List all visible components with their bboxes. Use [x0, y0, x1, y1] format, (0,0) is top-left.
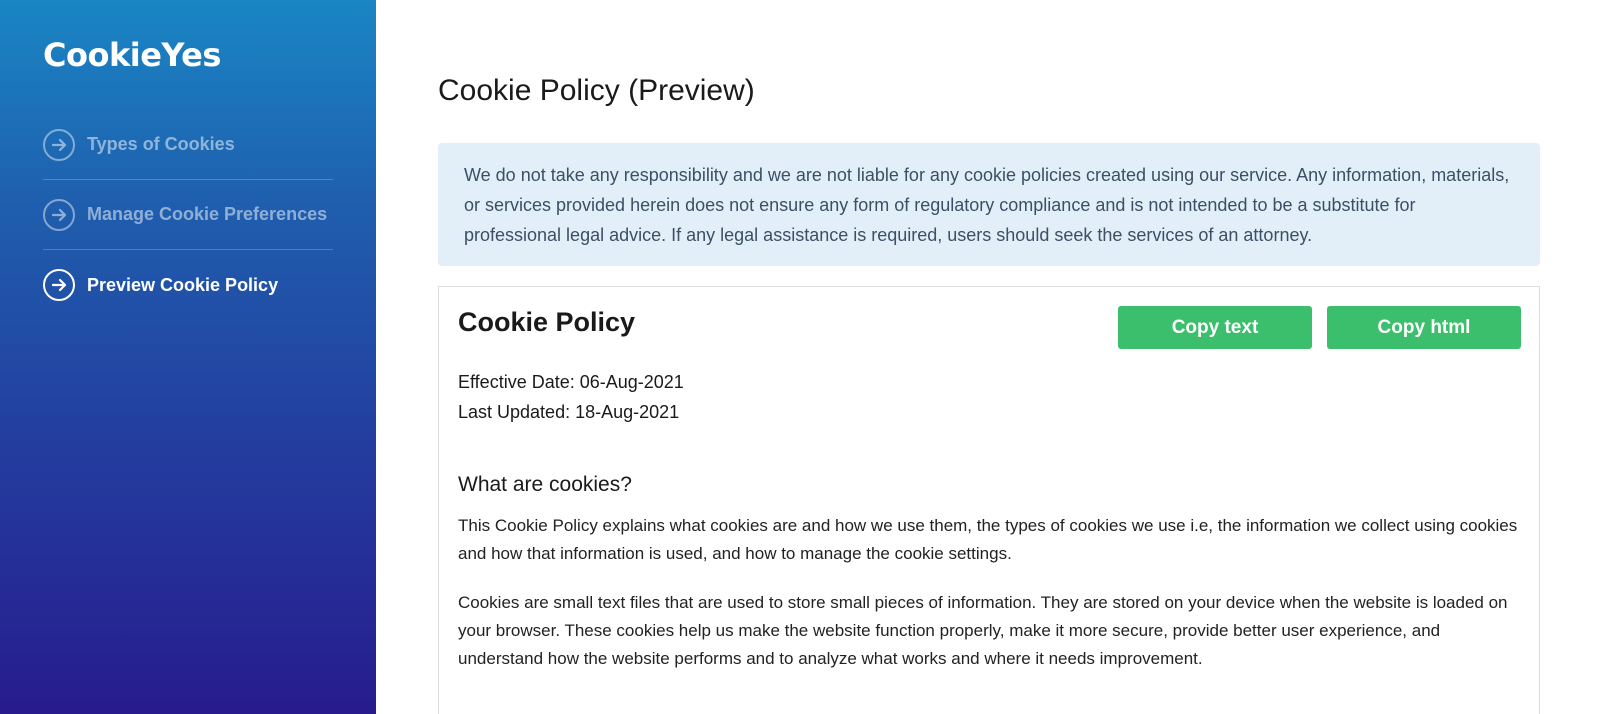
- sidebar-item-manage-cookie-preferences[interactable]: Manage Cookie Preferences: [43, 180, 333, 250]
- sidebar-item-label: Types of Cookies: [87, 134, 235, 154]
- sidebar-item-label: Manage Cookie Preferences: [87, 204, 328, 224]
- arrow-right-circle-icon: [43, 198, 75, 231]
- sidebar-item-label: Preview Cookie Policy: [87, 274, 279, 295]
- sidebar-item-types-of-cookies[interactable]: Types of Cookies: [43, 110, 333, 180]
- last-updated-date: Last Updated: 18-Aug-2021: [458, 402, 680, 422]
- policy-paragraph: Cookies are small text files that are us…: [458, 593, 1508, 668]
- section-heading: What are cookies?: [458, 473, 632, 496]
- policy-title: Cookie Policy: [458, 307, 636, 337]
- policy-dates: Effective Date: 06-Aug-2021 Last Updated…: [458, 367, 684, 427]
- copy-html-button[interactable]: Copy html: [1327, 306, 1521, 349]
- policy-preview-panel: Cookie Policy Copy text Copy html Effect…: [438, 286, 1540, 714]
- sidebar-nav: Types of Cookies Manage Cookie Preferenc…: [43, 110, 333, 320]
- sidebar: CookieYes Types of Cookies Manage Cookie…: [0, 0, 376, 714]
- page-title: Cookie Policy (Preview): [438, 74, 755, 107]
- arrow-right-circle-icon: [43, 128, 75, 161]
- sidebar-item-preview-cookie-policy[interactable]: Preview Cookie Policy: [43, 250, 333, 320]
- effective-date: Effective Date: 06-Aug-2021: [458, 372, 684, 392]
- cookieyes-logo[interactable]: CookieYes: [43, 36, 221, 74]
- disclaimer-notice: We do not take any responsibility and we…: [438, 143, 1540, 266]
- policy-paragraph: This Cookie Policy explains what cookies…: [458, 516, 1518, 563]
- arrow-right-circle-icon: [43, 269, 75, 301]
- copy-text-button[interactable]: Copy text: [1118, 306, 1312, 349]
